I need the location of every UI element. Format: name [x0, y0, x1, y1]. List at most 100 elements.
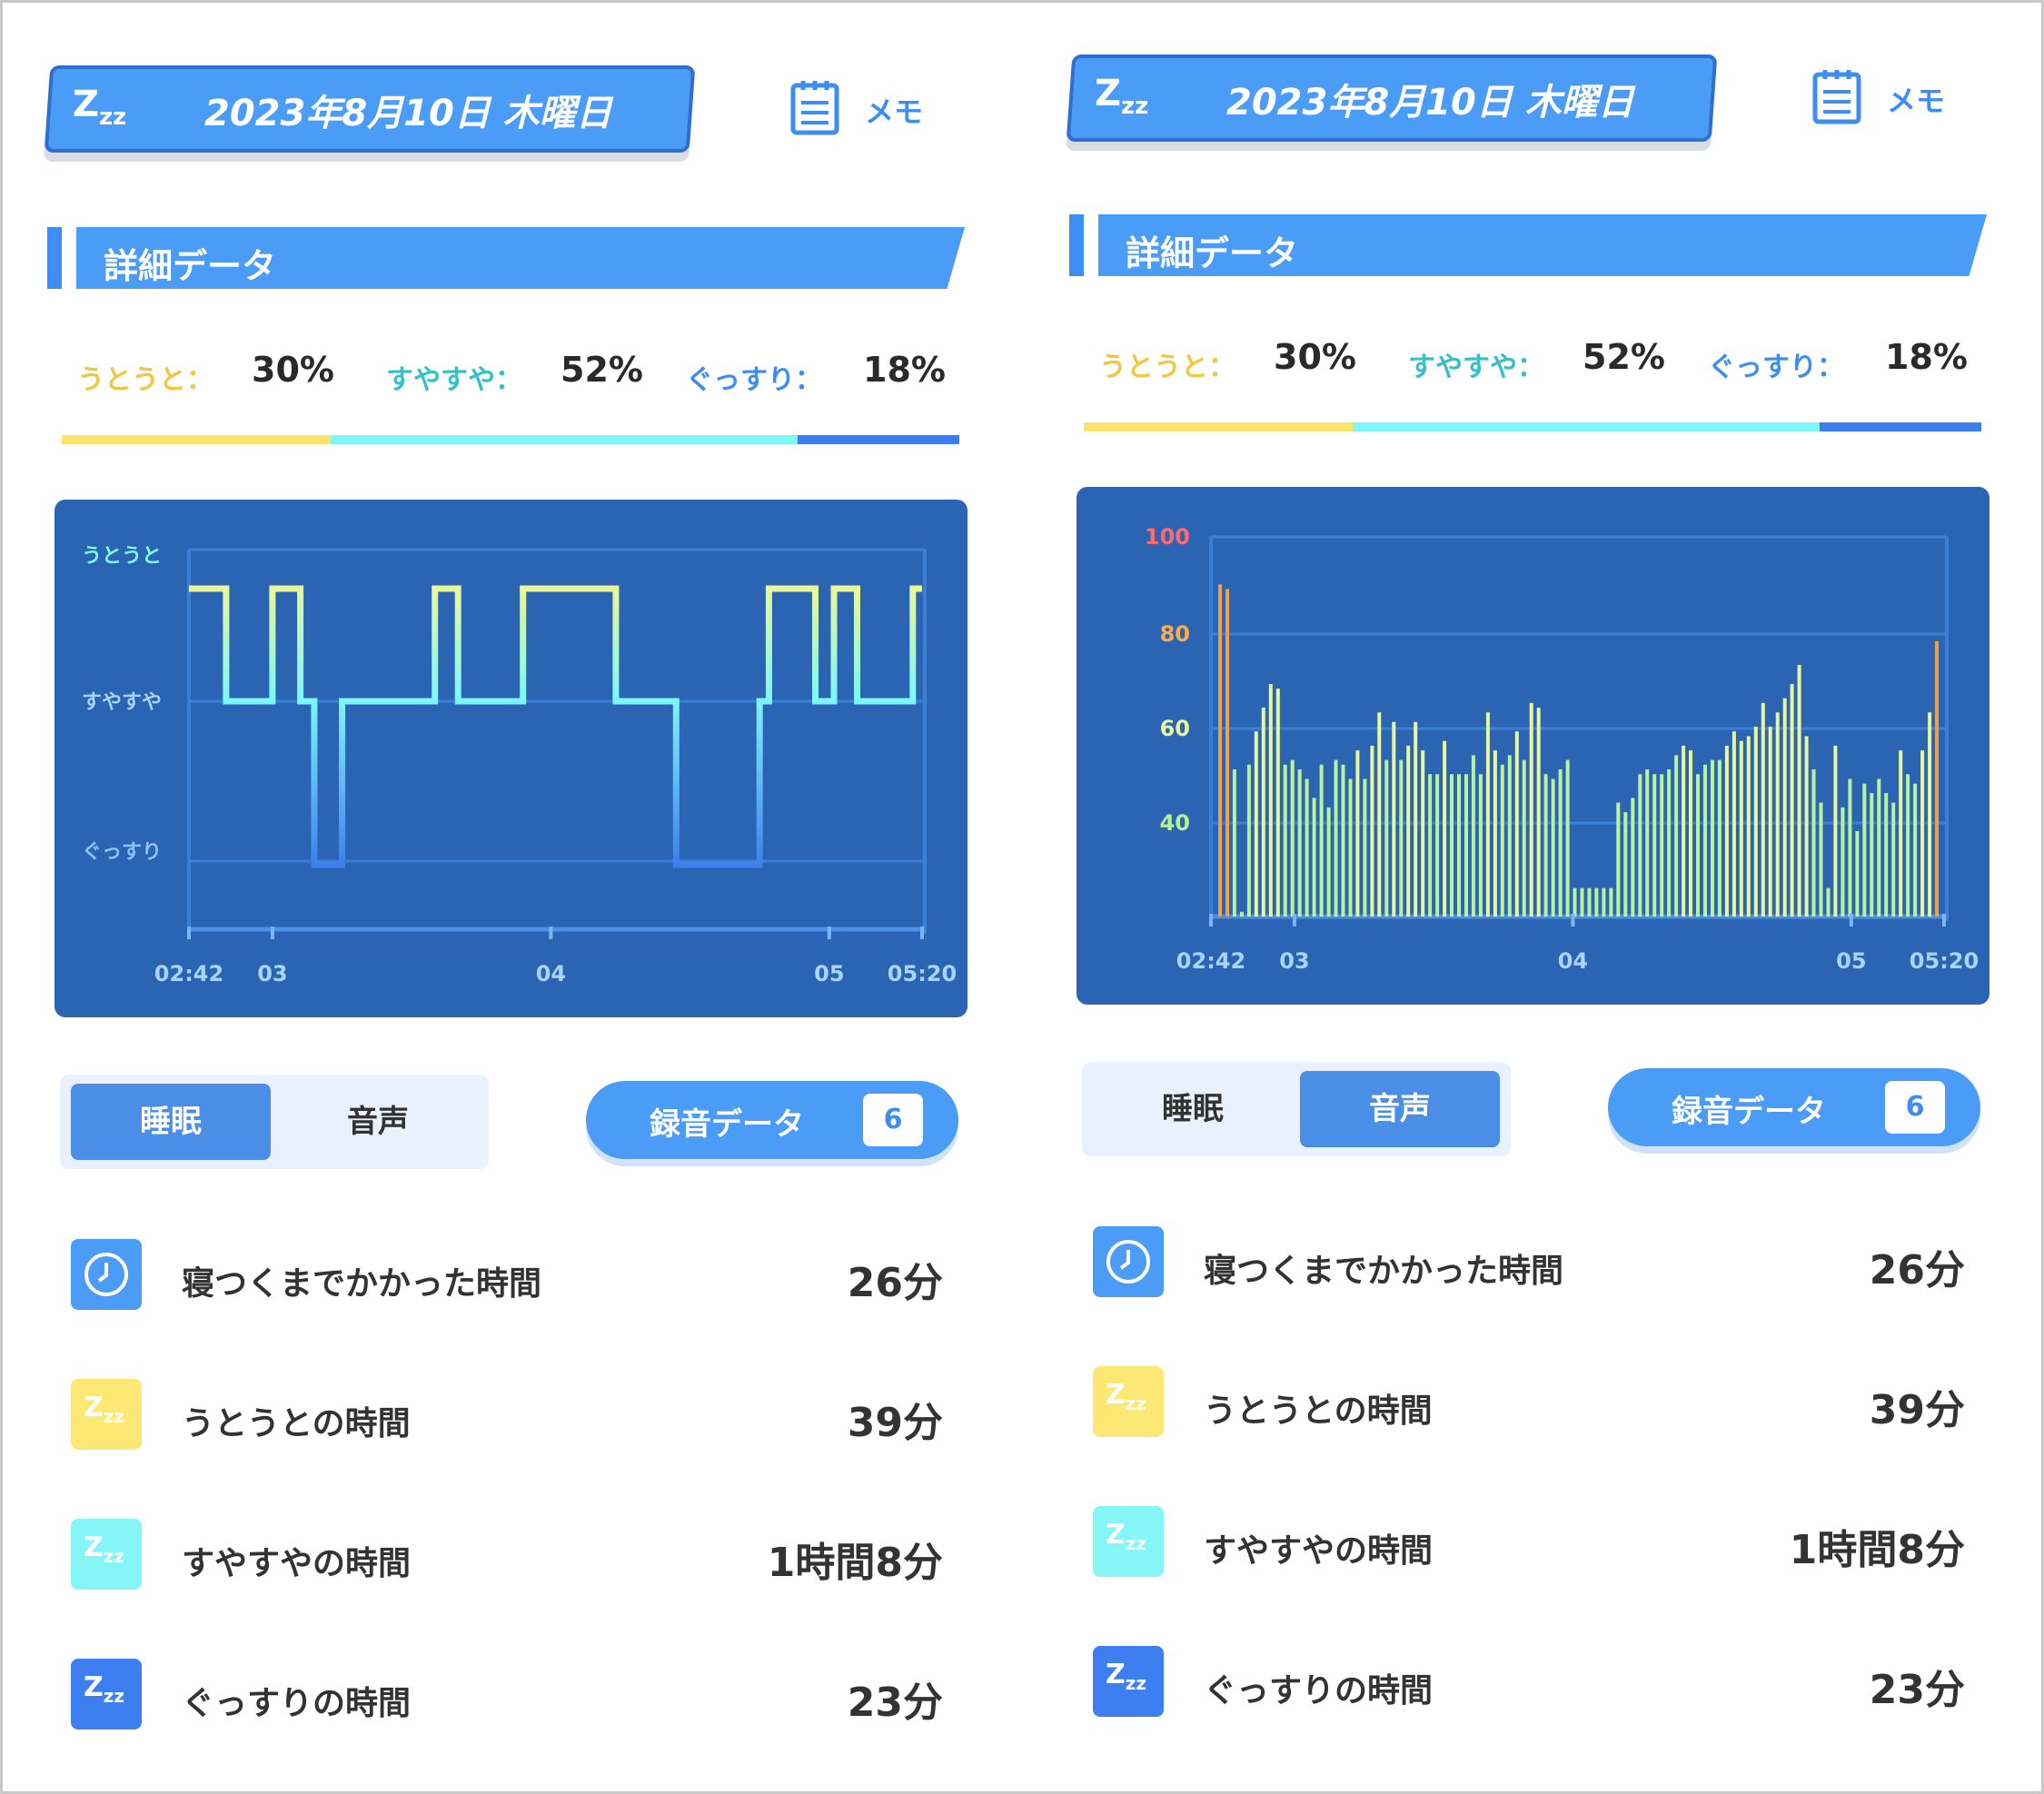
ratio-utouto [62, 435, 332, 444]
sound-bar [1848, 778, 1852, 917]
gussuri-label: ぐっすり： [686, 364, 822, 396]
sound-bar [1906, 774, 1910, 917]
list-item: Zzz うとうとの時間 39分 [71, 1379, 943, 1452]
tab-sound[interactable]: 音声 [1300, 1071, 1500, 1147]
sound-bar [1414, 721, 1418, 917]
utouto-label: うとうと： [1099, 352, 1235, 383]
sound-bar [1594, 887, 1599, 917]
sound-bar [1529, 702, 1533, 917]
recording-data-button[interactable]: 録音データ 6 [586, 1081, 958, 1159]
sound-bar [1711, 759, 1714, 917]
utouto-label: うとうと： [77, 364, 213, 396]
sound-bar [1616, 802, 1621, 917]
sound-bar [1384, 759, 1389, 917]
sound-bar [1334, 759, 1338, 917]
sound-bar [1225, 589, 1229, 917]
zzz-yellow-icon: Zzz [71, 1379, 142, 1450]
list-item: Zzz ぐっすりの時間 23分 [71, 1659, 943, 1731]
sound-bar [1500, 764, 1504, 917]
sound-bar [1899, 750, 1903, 917]
sound-bar [1428, 774, 1433, 917]
sound-bar [1297, 769, 1302, 917]
zzz-icon: Zzz [73, 84, 127, 131]
view-toggle: 睡眠 音声 [60, 1075, 489, 1169]
sound-bar [1471, 755, 1475, 917]
memo-button[interactable]: メモ [1812, 64, 1949, 127]
x-tick-label: 03 [257, 961, 287, 986]
sound-bar [1573, 887, 1577, 917]
section-accent [1069, 214, 1084, 276]
date-title: 2023年8月10日 木曜日 [204, 93, 612, 134]
suyasuya-value: 52% [1583, 337, 1665, 377]
ratio-suyasuya [1353, 422, 1821, 431]
tab-sleep[interactable]: 睡眠 [1093, 1071, 1293, 1147]
sound-bar [1652, 774, 1657, 917]
sound-bar [1703, 764, 1707, 917]
sound-bar [1819, 802, 1823, 917]
sound-bar [1450, 774, 1454, 917]
row-value: 26分 [847, 1260, 943, 1306]
sound-bar [1768, 727, 1772, 917]
tab-sound[interactable]: 音声 [278, 1084, 478, 1160]
sound-bar [1514, 731, 1519, 917]
sound-bar [1392, 721, 1396, 917]
zzz-cyan-icon: Zzz [1093, 1506, 1164, 1577]
sound-bar [1667, 769, 1672, 917]
row-value: 26分 [1869, 1247, 1965, 1293]
recording-label: 録音データ [650, 1106, 804, 1143]
sound-bar [1739, 740, 1743, 917]
sound-bar [1826, 887, 1831, 917]
sound-bar [1631, 798, 1635, 917]
sound-bar [1218, 584, 1222, 917]
suyasuya-value: 52% [561, 350, 643, 390]
sound-bar [1638, 774, 1642, 917]
sleep-ratio-stats: うとうと： 30% すやすや： 52% ぐっすり： 18% [1099, 337, 1989, 392]
zzz-yellow-icon: Zzz [1093, 1366, 1164, 1437]
sound-bar [1464, 774, 1468, 917]
sound-bar [1602, 887, 1606, 917]
sound-bar [1682, 745, 1686, 917]
x-tick-label: 04 [536, 961, 566, 986]
sound-bar [1717, 759, 1722, 917]
sound-bar [1928, 712, 1932, 917]
ratio-gussuri [1820, 422, 1981, 431]
sound-bar [1558, 769, 1563, 917]
sound-bar [1884, 793, 1889, 917]
sleep-panel: Zzz 2023年8月10日 木曜日 メモ 詳細データ うとうと： 30% すや… [0, 0, 1022, 1794]
sound-bar [1565, 759, 1570, 917]
sound-bar [1782, 698, 1787, 917]
sleep-ratio-stats: うとうと： 30% すやすや： 52% ぐっすり： 18% [77, 350, 967, 404]
ratio-bar [1084, 422, 1981, 431]
section-accent [47, 227, 62, 289]
memo-button[interactable]: メモ [790, 74, 927, 138]
zzz-blue-icon: Zzz [71, 1659, 142, 1730]
tab-sleep[interactable]: 睡眠 [71, 1084, 271, 1160]
sound-bar [1305, 778, 1309, 917]
y-tick-label: 80 [1160, 621, 1190, 647]
sound-bar [1761, 702, 1765, 917]
sound-bar [1935, 640, 1939, 917]
ratio-utouto [1084, 422, 1354, 431]
sound-bar [1609, 887, 1613, 917]
sound-bar [1363, 778, 1367, 917]
list-item: Zzz すやすやの時間 1時間8分 [71, 1519, 943, 1591]
clock-icon [71, 1239, 142, 1310]
zzz-cyan-icon: Zzz [71, 1519, 142, 1590]
row-label: うとうとの時間 [182, 1405, 411, 1442]
sound-bar [1660, 774, 1664, 917]
sound-bar [1522, 759, 1526, 917]
row-label: うとうとの時間 [1204, 1393, 1433, 1430]
y-tick-label: 60 [1160, 716, 1190, 741]
sound-bar [1804, 736, 1809, 917]
sound-bar [1355, 750, 1360, 917]
sound-bar [1283, 764, 1287, 917]
sound-bar [1478, 774, 1483, 917]
sleep-stage-chart: ぐっすり すやすや うとうと 02:42 03 04 05 05:20 [55, 500, 967, 1017]
recording-data-button[interactable]: 録音データ 6 [1608, 1068, 1980, 1146]
x-tick-label: 05 [814, 961, 844, 986]
x-tick-label: 02:42 [1176, 948, 1245, 974]
sound-bar [1290, 759, 1295, 917]
list-item: Zzz ぐっすりの時間 23分 [1093, 1646, 1965, 1719]
row-value: 1時間8分 [767, 1540, 943, 1586]
sound-bar [1920, 750, 1925, 917]
